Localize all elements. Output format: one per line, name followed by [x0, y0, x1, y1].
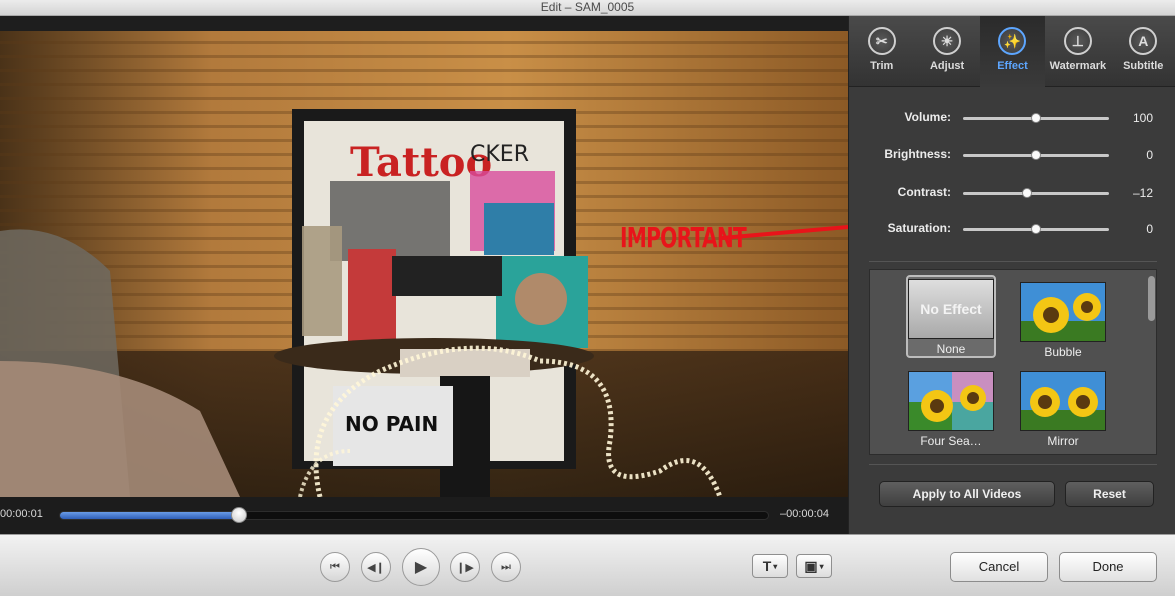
letter-a-icon: A	[1129, 27, 1158, 55]
svg-text:NO PAIN: NO PAIN	[345, 412, 438, 436]
tab-watermark[interactable]: ⊥ Watermark	[1045, 16, 1110, 87]
step-forward-button[interactable]: ❙▶	[450, 552, 480, 582]
brightness-label: Brightness:	[884, 147, 951, 161]
chevron-down-icon: ▾	[773, 561, 778, 571]
step-forward-icon: ❙▶	[456, 561, 474, 574]
sunflower-thumbnail	[908, 371, 994, 431]
effect-label: None	[936, 342, 966, 356]
volume-row: Volume: 100	[849, 107, 1175, 129]
panel-divider	[869, 261, 1157, 262]
panel-divider	[869, 464, 1157, 465]
saturation-value: 0	[1146, 222, 1153, 236]
done-button[interactable]: Done	[1059, 552, 1157, 582]
effect-mirror[interactable]: Mirror	[1018, 371, 1108, 448]
magic-wand-icon: ✨	[998, 27, 1027, 55]
text-tool-button[interactable]: T ▾	[752, 554, 788, 578]
brightness-slider-thumb[interactable]	[1031, 150, 1041, 160]
skip-to-start-button[interactable]: ⏮	[320, 552, 350, 582]
mirror-preview-image	[1021, 372, 1105, 430]
volume-slider[interactable]	[963, 113, 1109, 123]
play-button[interactable]: ▶	[402, 548, 440, 586]
step-back-button[interactable]: ◀❙	[361, 552, 391, 582]
tab-label: Trim	[870, 60, 894, 72]
effect-label: Mirror	[1047, 434, 1079, 448]
volume-label: Volume:	[904, 110, 951, 124]
tab-label: Watermark	[1049, 60, 1107, 72]
saturation-row: Saturation: 0	[849, 218, 1175, 240]
effect-bubble[interactable]: Bubble	[1018, 282, 1108, 359]
skip-to-end-button[interactable]: ⏭	[491, 552, 521, 582]
bubble-preview-image	[1021, 283, 1105, 341]
timeline-bar: 00:00:01 –00:00:04	[0, 497, 848, 534]
chevron-down-icon: ▾	[819, 561, 824, 571]
tab-subtitle[interactable]: A Subtitle	[1111, 16, 1175, 87]
camera-icon: ▣	[804, 557, 818, 574]
tab-label: Effect	[997, 60, 1028, 72]
text-icon: T	[762, 558, 772, 574]
sunflower-thumbnail	[1020, 282, 1106, 342]
saturation-slider-thumb[interactable]	[1031, 224, 1041, 234]
snapshot-button[interactable]: ▣ ▾	[796, 554, 832, 578]
effect-label: Four Sea…	[920, 434, 982, 448]
brightness-value: 0	[1146, 148, 1153, 162]
scissors-icon: ✂	[867, 27, 896, 55]
brightness-row: Brightness: 0	[849, 144, 1175, 166]
tab-trim[interactable]: ✂ Trim	[849, 16, 914, 87]
effect-label: Bubble	[1044, 345, 1082, 359]
annotation-label: IMPORTANT	[620, 221, 747, 254]
sun-icon: ☀	[933, 27, 962, 55]
contrast-row: Contrast: –12	[849, 182, 1175, 204]
tab-adjust[interactable]: ☀ Adjust	[914, 16, 979, 87]
volume-slider-thumb[interactable]	[1031, 113, 1041, 123]
contrast-slider[interactable]	[963, 188, 1109, 198]
play-icon: ▶	[414, 559, 428, 576]
contrast-value: –12	[1132, 186, 1153, 200]
elapsed-time: 00:00:01	[0, 508, 43, 520]
apply-to-all-button[interactable]: Apply to All Videos	[879, 481, 1055, 507]
contrast-label: Contrast:	[897, 185, 951, 199]
tab-effect[interactable]: ✨ Effect	[979, 16, 1046, 87]
reset-button[interactable]: Reset	[1065, 481, 1154, 507]
edit-window: Edit – SAM_0005 Tattoo CKER NO PAIN IMPO…	[0, 0, 1175, 596]
saturation-slider[interactable]	[963, 224, 1109, 234]
video-preview[interactable]: Tattoo CKER NO PAIN IMPORTANT	[0, 31, 848, 497]
window-title: Edit – SAM_0005	[0, 0, 1175, 16]
bottom-toolbar: ⏮ ◀❙ ▶ ❙▶ ⏭ T ▾ ▣ ▾ Cancel Done	[0, 534, 1175, 596]
effects-scrollbar[interactable]	[1148, 276, 1155, 321]
step-back-icon: ◀❙	[367, 561, 385, 574]
svg-text:CKER: CKER	[470, 142, 529, 167]
skip-end-icon: ⏭	[501, 560, 511, 573]
tab-label: Subtitle	[1123, 60, 1164, 72]
tab-label: Adjust	[929, 60, 965, 72]
playhead-handle[interactable]	[231, 507, 248, 523]
edit-panel: ✂ Trim ☀ Adjust ✨ Effect ⊥ Watermark A S…	[848, 16, 1175, 534]
playback-scrubber[interactable]	[59, 507, 769, 523]
remaining-time: –00:00:04	[780, 508, 829, 520]
video-frame-image: Tattoo CKER NO PAIN	[0, 31, 848, 497]
contrast-slider-thumb[interactable]	[1022, 188, 1033, 198]
volume-value: 100	[1132, 111, 1153, 125]
playback-progress	[60, 512, 240, 519]
effect-four-seasons[interactable]: Four Sea…	[906, 371, 996, 448]
edit-tabs: ✂ Trim ☀ Adjust ✨ Effect ⊥ Watermark A S…	[849, 16, 1175, 87]
skip-start-icon: ⏮	[330, 560, 340, 573]
effect-none[interactable]: No Effect None	[906, 275, 996, 358]
cancel-button[interactable]: Cancel	[950, 552, 1048, 582]
effects-grid: No Effect None Bubble Four Sea… Mirror	[869, 269, 1157, 455]
four-seasons-preview-image	[909, 372, 993, 430]
brightness-slider[interactable]	[963, 150, 1109, 160]
video-area: Tattoo CKER NO PAIN IMPORTANT 00:00:01 –…	[0, 16, 848, 534]
sunflower-thumbnail	[1020, 371, 1106, 431]
saturation-label: Saturation:	[887, 221, 951, 235]
stamp-icon: ⊥	[1063, 27, 1092, 55]
no-effect-thumbnail: No Effect	[908, 279, 994, 339]
